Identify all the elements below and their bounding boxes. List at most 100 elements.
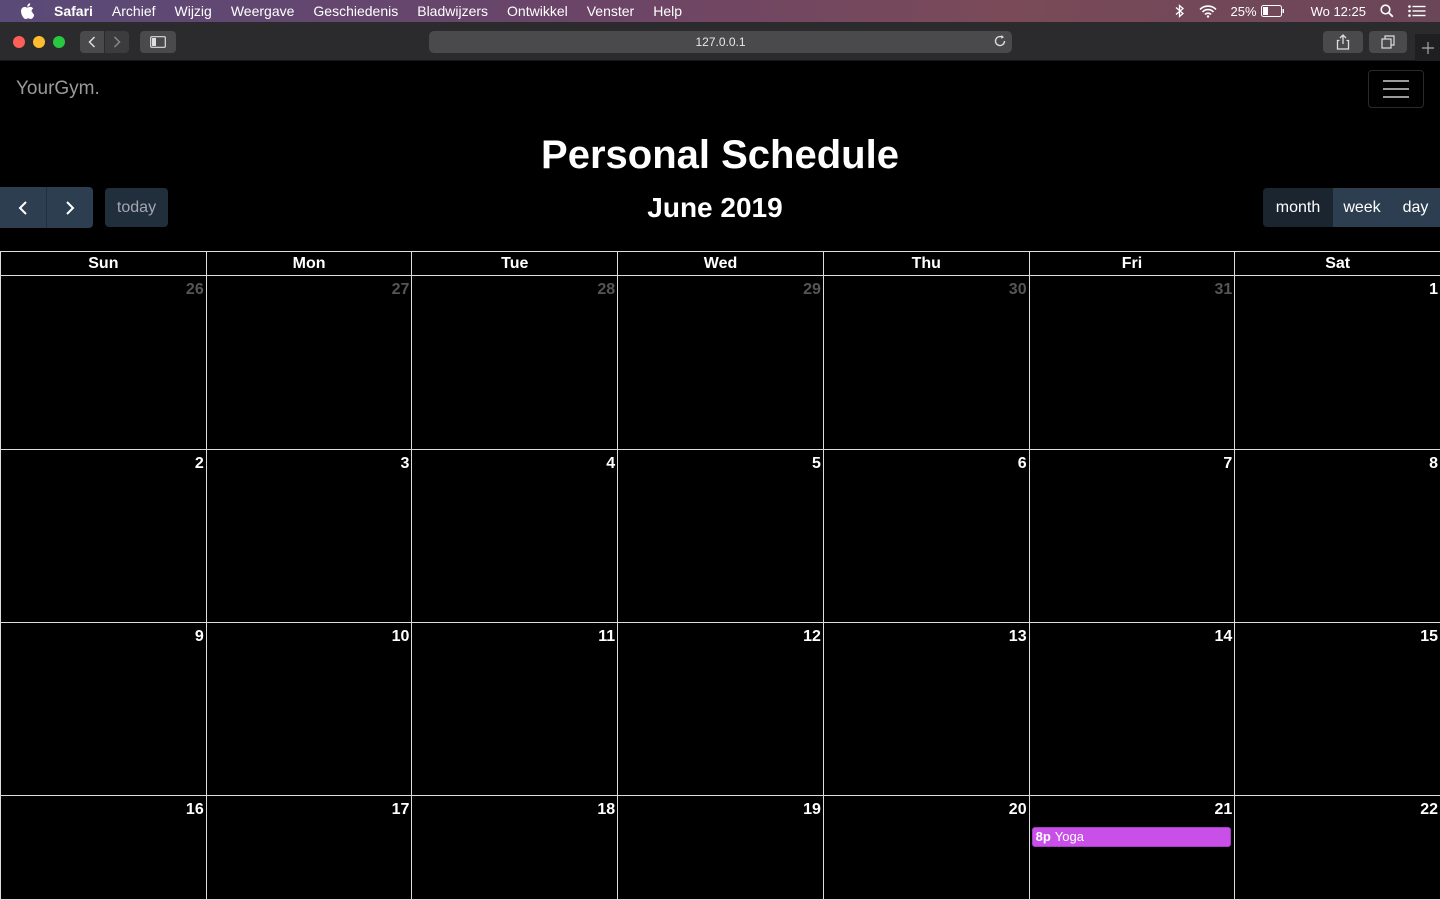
calendar-week-row: 2 3 4 5 6 7 8 xyxy=(0,450,1440,623)
day-number[interactable]: 26 xyxy=(186,281,204,299)
calendar-day-cell[interactable]: 21 8p Yoga xyxy=(1028,796,1235,899)
calendar-day-cell[interactable]: 16 xyxy=(0,796,206,899)
day-number[interactable]: 14 xyxy=(1215,628,1233,646)
calendar-day-cell[interactable]: 13 xyxy=(822,623,1029,795)
tab-overview-button[interactable] xyxy=(1369,31,1407,53)
day-header-sun: Sun xyxy=(0,252,206,275)
address-bar[interactable]: 127.0.0.1 xyxy=(429,31,1012,53)
spotlight-search-icon[interactable] xyxy=(1380,4,1394,18)
clock[interactable]: Wo 12:25 xyxy=(1311,4,1366,19)
page-title: Personal Schedule xyxy=(541,133,899,177)
calendar-day-cell[interactable]: 22 xyxy=(1234,796,1440,899)
day-number[interactable]: 22 xyxy=(1420,801,1438,819)
chevron-right-icon xyxy=(113,36,121,48)
calendar-day-cell[interactable]: 5 xyxy=(617,450,823,622)
battery-icon[interactable] xyxy=(1260,5,1285,17)
menu-wijzig[interactable]: Wijzig xyxy=(175,3,212,19)
browser-back-button[interactable] xyxy=(80,31,104,53)
calendar-event[interactable]: 8p Yoga xyxy=(1031,827,1232,847)
bluetooth-icon[interactable] xyxy=(1175,4,1185,18)
day-number[interactable]: 3 xyxy=(401,455,410,473)
calendar-day-cell[interactable]: 17 xyxy=(205,796,412,899)
day-number[interactable]: 2 xyxy=(195,455,204,473)
calendar-day-cell[interactable]: 20 xyxy=(822,796,1029,899)
day-number[interactable]: 29 xyxy=(803,281,821,299)
calendar-day-cell[interactable]: 15 xyxy=(1234,623,1440,795)
view-week-button[interactable]: week xyxy=(1333,188,1391,227)
menu-help[interactable]: Help xyxy=(653,3,682,19)
brand-logo[interactable]: YourGym. xyxy=(16,78,100,100)
calendar-day-cell[interactable]: 18 xyxy=(411,796,617,899)
day-number[interactable]: 7 xyxy=(1223,455,1232,473)
day-number[interactable]: 21 xyxy=(1215,801,1233,819)
calendar-day-cell[interactable]: 8 xyxy=(1234,450,1440,622)
calendar-day-cell[interactable]: 29 xyxy=(617,276,823,449)
sidebar-toggle-button[interactable] xyxy=(140,31,176,53)
menu-weergave[interactable]: Weergave xyxy=(231,3,295,19)
calendar-day-cell[interactable]: 9 xyxy=(0,623,206,795)
fullscreen-window-button[interactable] xyxy=(53,36,65,48)
day-number[interactable]: 12 xyxy=(803,628,821,646)
menu-geschiedenis[interactable]: Geschiedenis xyxy=(313,3,398,19)
calendar-week-row: 16 17 18 19 20 21 8p Yoga 22 xyxy=(0,796,1440,900)
menu-safari[interactable]: Safari xyxy=(54,3,93,19)
calendar-day-cell[interactable]: 26 xyxy=(0,276,206,449)
calendar-day-cell[interactable]: 3 xyxy=(205,450,412,622)
day-number[interactable]: 6 xyxy=(1018,455,1027,473)
view-month-button[interactable]: month xyxy=(1263,188,1333,227)
apple-icon[interactable] xyxy=(20,3,36,19)
calendar-day-cell[interactable]: 10 xyxy=(205,623,412,795)
calendar-day-cell[interactable]: 27 xyxy=(205,276,412,449)
day-number[interactable]: 27 xyxy=(392,281,410,299)
calendar-day-cell[interactable]: 1 xyxy=(1234,276,1440,449)
day-number[interactable]: 17 xyxy=(392,801,410,819)
calendar-day-cell[interactable]: 12 xyxy=(617,623,823,795)
menu-ontwikkel[interactable]: Ontwikkel xyxy=(507,3,568,19)
menu-bladwijzers[interactable]: Bladwijzers xyxy=(417,3,488,19)
menu-venster[interactable]: Venster xyxy=(587,3,634,19)
day-number[interactable]: 18 xyxy=(597,801,615,819)
navbar-toggle-button[interactable] xyxy=(1368,70,1424,108)
new-tab-button[interactable] xyxy=(1415,34,1440,61)
day-number[interactable]: 10 xyxy=(392,628,410,646)
calendar-day-cell[interactable]: 6 xyxy=(822,450,1029,622)
browser-forward-button[interactable] xyxy=(105,31,129,53)
share-button[interactable] xyxy=(1323,31,1363,53)
calendar-day-cell[interactable]: 30 xyxy=(822,276,1029,449)
calendar-day-cell[interactable]: 14 xyxy=(1028,623,1235,795)
reload-icon[interactable] xyxy=(993,34,1007,51)
calendar-day-cell[interactable]: 4 xyxy=(411,450,617,622)
day-number[interactable]: 31 xyxy=(1215,281,1233,299)
day-number[interactable]: 1 xyxy=(1429,281,1438,299)
day-number[interactable]: 5 xyxy=(812,455,821,473)
view-day-button[interactable]: day xyxy=(1391,188,1440,227)
menu-archief[interactable]: Archief xyxy=(112,3,156,19)
day-number[interactable]: 8 xyxy=(1429,455,1438,473)
close-window-button[interactable] xyxy=(13,36,25,48)
calendar-title: June 2019 xyxy=(647,192,783,223)
day-number[interactable]: 9 xyxy=(195,628,204,646)
calendar-view-switcher: month week day xyxy=(1263,188,1440,227)
calendar-day-cell[interactable]: 7 xyxy=(1028,450,1235,622)
day-number[interactable]: 19 xyxy=(803,801,821,819)
minimize-window-button[interactable] xyxy=(33,36,45,48)
day-number[interactable]: 13 xyxy=(1009,628,1027,646)
day-number[interactable]: 15 xyxy=(1420,628,1438,646)
notification-center-icon[interactable] xyxy=(1408,5,1426,17)
day-number[interactable]: 16 xyxy=(186,801,204,819)
calendar-day-cell[interactable]: 19 xyxy=(617,796,823,899)
calendar-day-cell[interactable]: 31 xyxy=(1028,276,1235,449)
calendar-day-cell[interactable]: 11 xyxy=(411,623,617,795)
day-number[interactable]: 4 xyxy=(606,455,615,473)
day-number[interactable]: 20 xyxy=(1009,801,1027,819)
day-number[interactable]: 11 xyxy=(598,628,615,646)
day-number[interactable]: 30 xyxy=(1009,281,1027,299)
calendar-day-cell[interactable]: 2 xyxy=(0,450,206,622)
wifi-icon[interactable] xyxy=(1198,4,1217,18)
browser-toolbar: 127.0.0.1 xyxy=(0,22,1440,61)
battery-percent: 25% xyxy=(1230,3,1257,19)
calendar-week-row: 9 10 11 12 13 14 15 xyxy=(0,623,1440,796)
calendar-header-row: Sun Mon Tue Wed Thu Fri Sat xyxy=(0,251,1440,276)
calendar-day-cell[interactable]: 28 xyxy=(411,276,617,449)
day-number[interactable]: 28 xyxy=(597,281,615,299)
